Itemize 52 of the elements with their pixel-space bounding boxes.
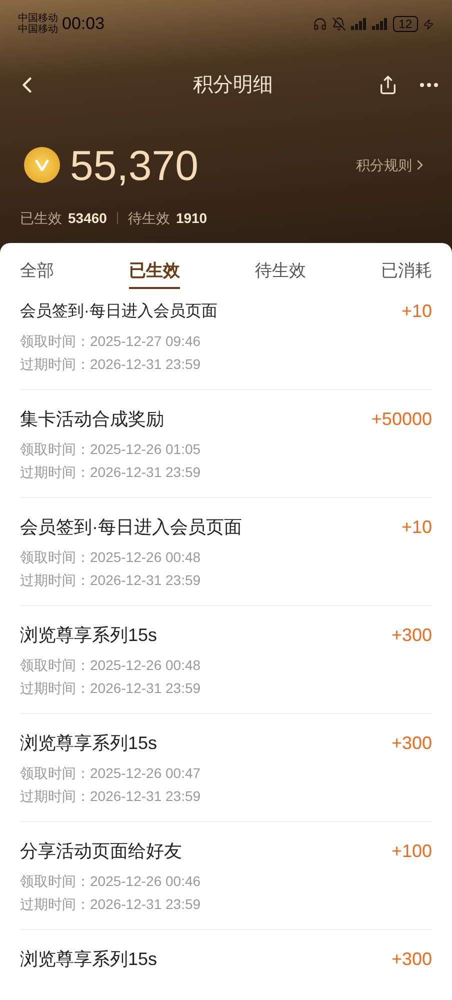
record-amount: +10 — [401, 516, 432, 539]
charging-icon — [423, 18, 434, 30]
share-icon — [378, 75, 398, 95]
record-amount: +300 — [391, 948, 432, 971]
more-icon — [420, 83, 438, 87]
coin-icon — [24, 147, 60, 183]
bell-off-icon — [332, 17, 346, 31]
filter-tab[interactable]: 全部 — [20, 252, 54, 290]
expiry-time: 过期时间：2026-12-31 23:59 — [20, 571, 202, 590]
record-title: 浏览尊享系列15s — [20, 948, 158, 971]
filter-tab[interactable]: 已生效 — [129, 252, 180, 290]
rules-link-text: 积分规则 — [356, 156, 412, 174]
share-button[interactable] — [378, 75, 398, 95]
record-title: 浏览尊享系列15s — [20, 624, 158, 647]
received-time: 领取时间：2025-12-26 01:05 — [20, 440, 202, 459]
summary-label: 已生效 — [20, 208, 62, 228]
more-button[interactable] — [420, 83, 438, 87]
points-rules-link[interactable]: 积分规则 — [356, 154, 428, 176]
record-title: 浏览尊享系列15s — [20, 732, 158, 755]
filter-tab[interactable]: 待生效 — [255, 252, 306, 290]
filter-tab[interactable]: 已消耗 — [381, 252, 432, 290]
record-amount: +50000 — [371, 408, 432, 431]
expiry-time: 过期时间：2026-12-31 23:59 — [20, 355, 202, 374]
received-time: 领取时间：2025-12-27 09:46 — [20, 332, 202, 351]
expiry-time: 过期时间：2026-12-31 23:59 — [20, 679, 202, 698]
page-title: 积分明细 — [192, 73, 274, 98]
summary-value: 53460 — [68, 208, 107, 228]
battery-level: 12 — [392, 16, 418, 32]
record-title: 分享活动页面给好友 — [20, 840, 182, 863]
signal-icon — [372, 18, 388, 30]
summary-label: 待生效 — [128, 208, 170, 228]
status-time: 00:03 — [62, 13, 105, 36]
signal-icon — [350, 18, 367, 30]
carrier-name: 中国移动 — [18, 24, 58, 35]
record-title: 会员签到·每日进入会员页面 — [20, 516, 242, 539]
received-time: 领取时间：2025-12-26 00:48 — [20, 548, 202, 567]
expiry-time: 过期时间：2026-12-31 23:59 — [20, 895, 202, 914]
expiry-time: 过期时间：2026-12-31 23:59 — [20, 787, 202, 806]
received-time: 领取时间：2025-12-26 00:48 — [20, 656, 202, 675]
record-title: 会员签到·每日进入会员页面 — [20, 302, 218, 322]
record-title: 集卡活动合成奖励 — [20, 408, 164, 431]
carrier-name: 中国移动 — [18, 13, 58, 24]
points-balance: 55,370 — [70, 140, 198, 190]
expiry-time: 过期时间：2026-12-31 23:59 — [20, 463, 202, 482]
record-amount: +300 — [391, 624, 432, 647]
record-amount: +300 — [391, 732, 432, 755]
received-time: 领取时间：2025-12-26 00:47 — [20, 764, 202, 783]
record-amount: +100 — [391, 840, 432, 863]
received-time: 领取时间：2025-12-26 00:46 — [20, 872, 202, 891]
record-amount: +10 — [401, 300, 432, 323]
headphones-icon — [312, 17, 327, 31]
summary-value: 1910 — [176, 208, 208, 228]
